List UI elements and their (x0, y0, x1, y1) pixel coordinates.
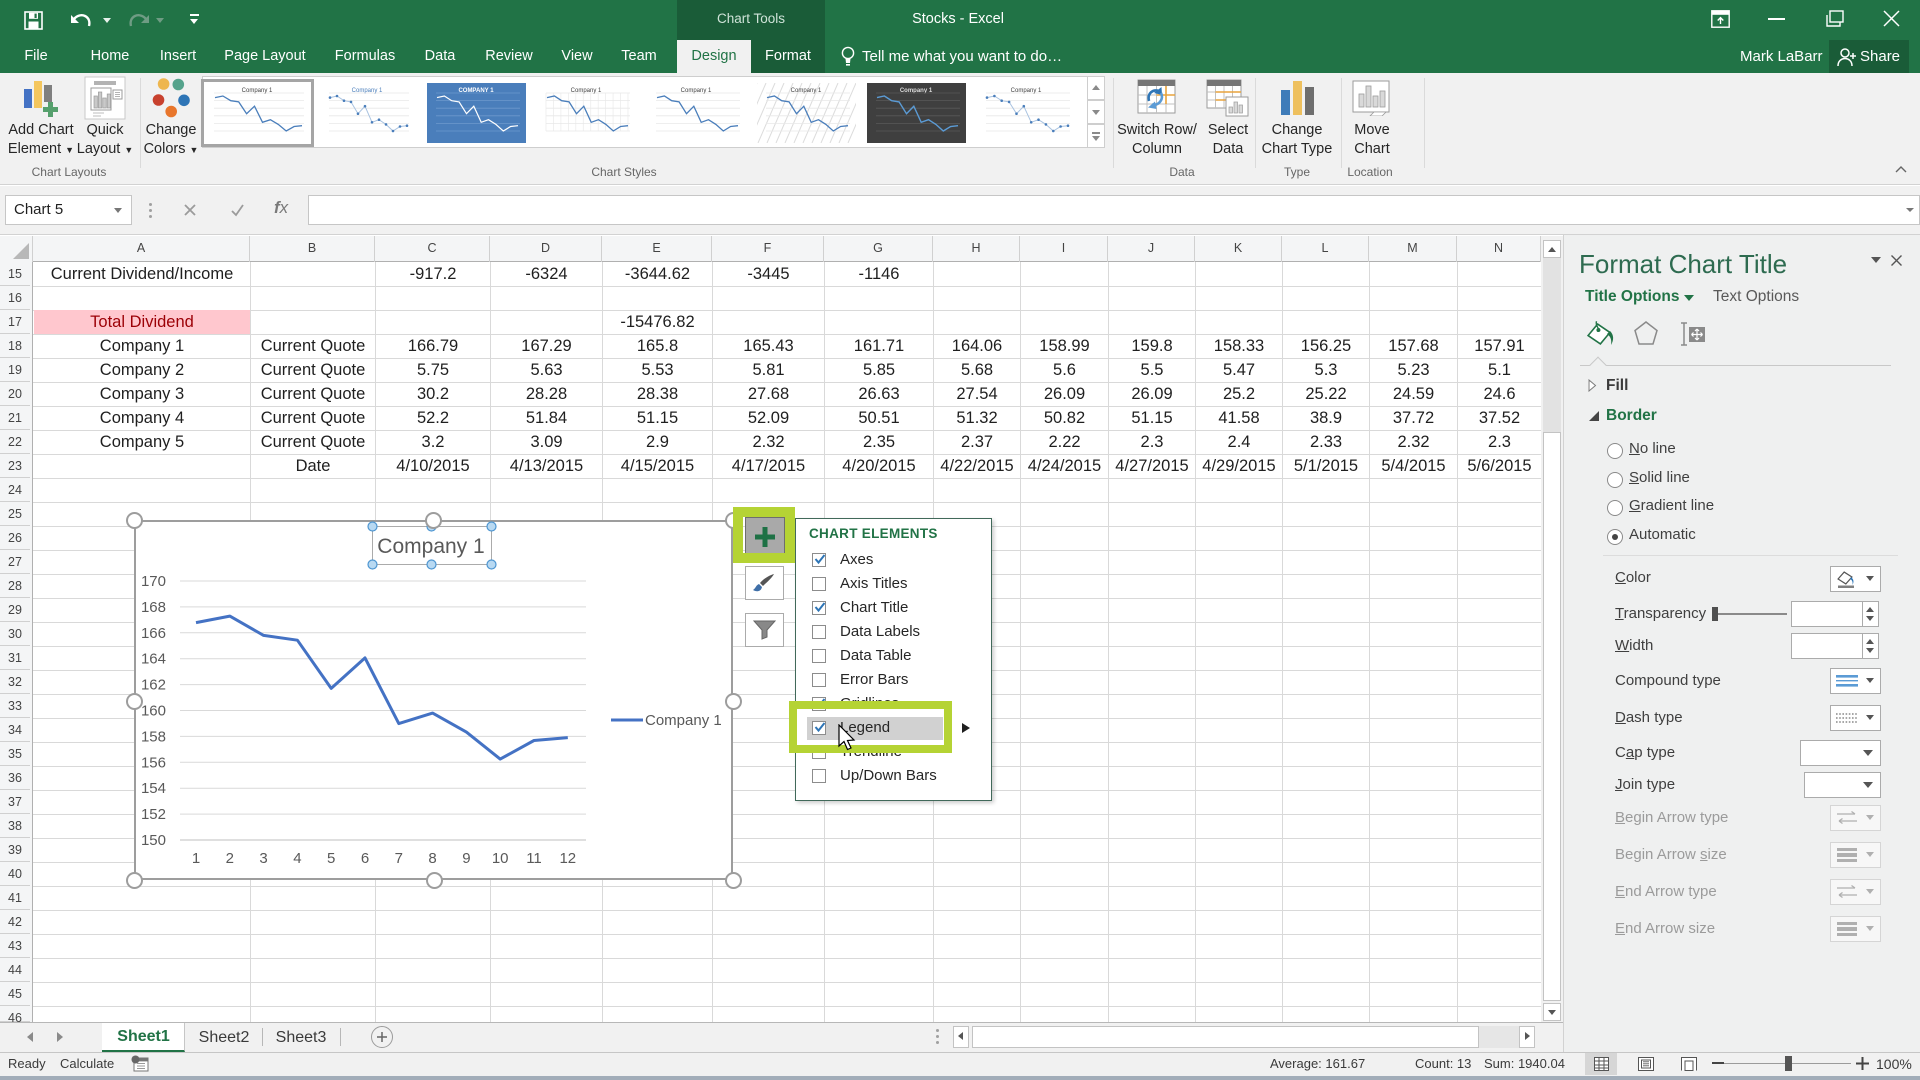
svg-text:3: 3 (259, 850, 267, 867)
svg-text:11: 11 (526, 850, 542, 867)
svg-text:156: 156 (141, 754, 166, 771)
svg-text:10: 10 (492, 850, 509, 867)
svg-text:12: 12 (559, 850, 576, 867)
svg-text:154: 154 (141, 780, 166, 797)
svg-text:8: 8 (428, 850, 436, 867)
svg-text:150: 150 (141, 832, 166, 849)
svg-text:158: 158 (141, 728, 166, 745)
svg-text:7: 7 (395, 850, 403, 867)
svg-text:2: 2 (226, 850, 234, 867)
svg-text:170: 170 (141, 573, 166, 590)
svg-text:5: 5 (327, 850, 335, 867)
svg-text:Company 1: Company 1 (352, 88, 383, 94)
svg-text:164: 164 (141, 651, 166, 668)
svg-text:Company 1: Company 1 (681, 88, 712, 94)
svg-text:168: 168 (141, 599, 166, 616)
svg-text:9: 9 (462, 850, 470, 867)
svg-text:Company 1: Company 1 (377, 535, 484, 558)
svg-text:162: 162 (141, 677, 166, 694)
svg-text:6: 6 (361, 850, 369, 867)
svg-text:Company 1: Company 1 (571, 88, 602, 94)
svg-text:4: 4 (293, 850, 301, 867)
svg-text:1: 1 (192, 850, 200, 867)
svg-text:Company 1: Company 1 (791, 88, 822, 94)
svg-text:Company 1: Company 1 (645, 712, 722, 729)
svg-text:152: 152 (141, 806, 166, 823)
svg-text:Company 1: Company 1 (1011, 88, 1042, 94)
svg-text:160: 160 (141, 703, 166, 720)
svg-text:166: 166 (141, 625, 166, 642)
